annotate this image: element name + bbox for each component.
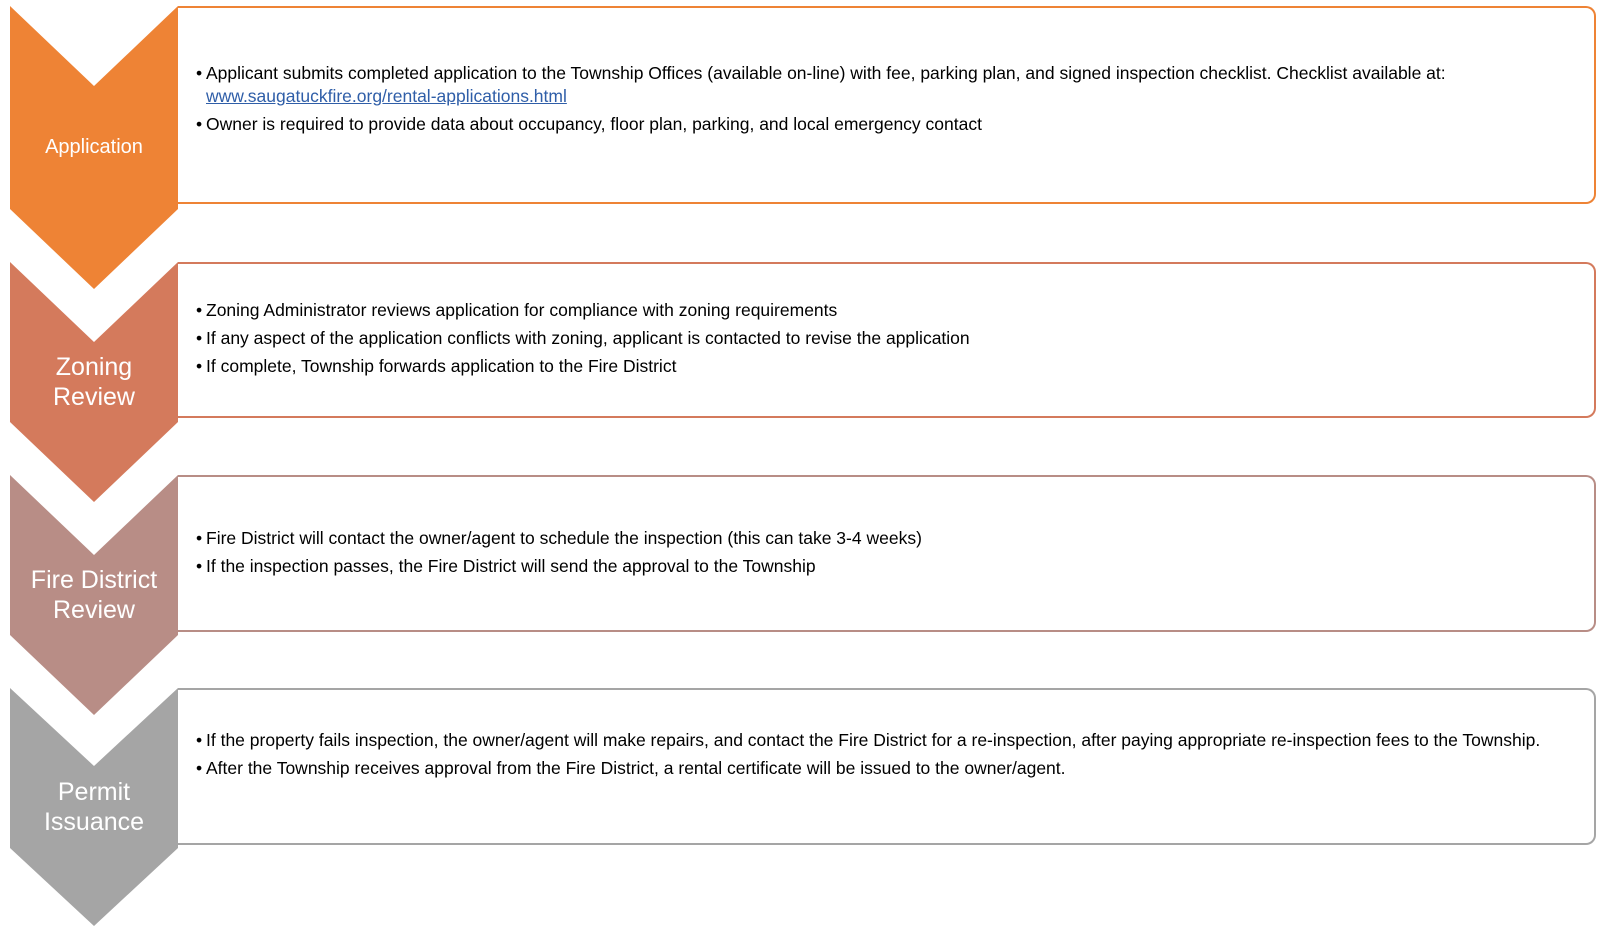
step-3-label: Fire District Review bbox=[10, 475, 178, 715]
rental-permit-process-diagram: Application Applicant submits completed a… bbox=[0, 0, 1619, 952]
step-2-bullet-2: If any aspect of the application conflic… bbox=[196, 327, 1606, 350]
step-4-bullet-2: After the Township receives approval fro… bbox=[196, 757, 1606, 780]
step-2-bullet-1: Zoning Administrator reviews application… bbox=[196, 299, 1606, 322]
step-2-bullet-3-text: If complete, Township forwards applicati… bbox=[206, 356, 677, 376]
step-1-bullet-1-text: Applicant submits completed application … bbox=[206, 63, 1446, 83]
step-1-bullet-2-text: Owner is required to provide data about … bbox=[206, 114, 982, 134]
step-4-bullet-1: If the property fails inspection, the ow… bbox=[196, 729, 1606, 752]
step-3-bullet-1: Fire District will contact the owner/age… bbox=[196, 527, 1606, 550]
step-1-bullet-list: Applicant submits completed application … bbox=[196, 62, 1606, 141]
step-4-bullet-list: If the property fails inspection, the ow… bbox=[196, 729, 1606, 785]
step-3-bullet-list: Fire District will contact the owner/age… bbox=[196, 527, 1606, 583]
checklist-link[interactable]: www.saugatuckfire.org/rental-application… bbox=[206, 86, 567, 106]
step-2-label: Zoning Review bbox=[10, 262, 178, 502]
step-3-bullet-2: If the inspection passes, the Fire Distr… bbox=[196, 555, 1606, 578]
step-3-label-text: Fire District Review bbox=[30, 565, 158, 625]
step-2-bullet-list: Zoning Administrator reviews application… bbox=[196, 299, 1606, 383]
step-2-bullet-2-text: If any aspect of the application conflic… bbox=[206, 328, 970, 348]
step-4-label: Permit Issuance bbox=[10, 688, 178, 926]
step-2-bullet-1-text: Zoning Administrator reviews application… bbox=[206, 300, 838, 320]
step-1-bullet-2: Owner is required to provide data about … bbox=[196, 113, 1606, 136]
step-4-bullet-1-text: If the property fails inspection, the ow… bbox=[206, 730, 1541, 750]
step-2-label-text: Zoning Review bbox=[53, 352, 135, 412]
step-4-bullet-2-text: After the Township receives approval fro… bbox=[206, 758, 1066, 778]
step-1-label: Application bbox=[10, 6, 178, 289]
step-4-label-text: Permit Issuance bbox=[43, 777, 145, 837]
step-3-bullet-2-text: If the inspection passes, the Fire Distr… bbox=[206, 556, 816, 576]
step-2-bullet-3: If complete, Township forwards applicati… bbox=[196, 355, 1606, 378]
step-1-label-text: Application bbox=[45, 136, 143, 159]
step-3-bullet-1-text: Fire District will contact the owner/age… bbox=[206, 528, 922, 548]
step-1-bullet-1: Applicant submits completed application … bbox=[196, 62, 1606, 108]
